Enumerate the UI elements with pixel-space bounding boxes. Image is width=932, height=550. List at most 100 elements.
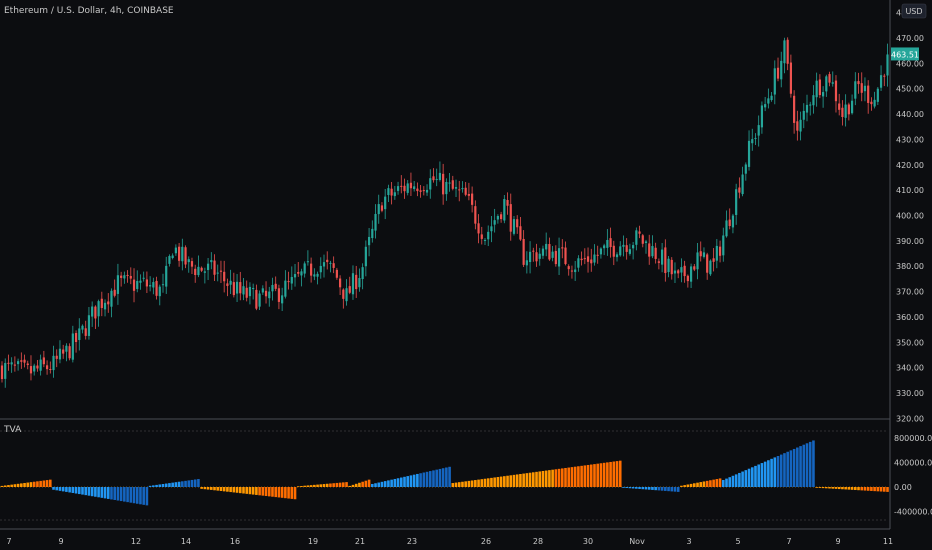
tva-bar <box>255 487 258 495</box>
tva-bar <box>467 480 471 487</box>
candle-body <box>165 265 168 287</box>
tva-bar <box>148 485 152 487</box>
tva-bar <box>580 465 583 487</box>
tva-bar <box>351 484 355 487</box>
price-tick-label: 410.00 <box>896 186 924 195</box>
tva-bar <box>3 485 7 487</box>
tva-bar <box>741 471 744 487</box>
candle-body <box>203 271 206 273</box>
candle-body <box>615 254 619 258</box>
tva-bar <box>850 487 854 490</box>
candle-body <box>522 238 525 265</box>
candle-body <box>300 271 303 276</box>
price-tick-label: 430.00 <box>896 135 924 144</box>
tva-bar <box>548 470 551 487</box>
candle-body <box>654 247 657 259</box>
tva-bar <box>309 485 313 487</box>
tva-bar <box>258 487 261 496</box>
candle-body <box>293 274 297 278</box>
tva-bar <box>490 477 493 487</box>
price-tick-label: 460.00 <box>896 59 924 68</box>
candle-body <box>396 186 400 191</box>
tva-bar <box>441 468 445 487</box>
candle-body <box>603 245 606 249</box>
time-tick-label: 28 <box>533 537 543 546</box>
time-tick-label: 3 <box>686 537 691 546</box>
candle-body <box>268 291 271 299</box>
tva-bar <box>879 487 883 492</box>
tva-bar <box>560 468 564 487</box>
candle-body <box>322 262 326 267</box>
candle-body <box>812 95 815 106</box>
tva-bar <box>287 487 290 499</box>
tva-bar <box>779 454 783 487</box>
candle-body <box>342 289 345 299</box>
candle-body <box>548 244 551 260</box>
tva-bar <box>538 471 542 487</box>
candle-body <box>20 360 23 362</box>
candle-body <box>786 39 789 64</box>
tva-bar <box>248 487 252 495</box>
candle-body <box>622 244 625 247</box>
tva-bar <box>238 487 242 494</box>
tva-bar <box>528 472 532 487</box>
candle-body <box>474 206 477 224</box>
tva-bar <box>676 487 680 492</box>
tva-bar <box>438 468 442 487</box>
tva-bar <box>557 468 561 487</box>
tva-bar <box>635 487 638 489</box>
tva-bar <box>567 467 571 487</box>
candle-body <box>619 246 622 256</box>
candle-body <box>303 263 306 274</box>
tva-bar <box>522 473 525 487</box>
tva-bar <box>602 462 606 487</box>
trading-chart[interactable]: 470.00 460.00 450.00 440.00 430.00 420.00 410.… <box>0 0 932 550</box>
candle-body <box>722 235 725 256</box>
tva-bar <box>641 487 645 490</box>
tva-bar <box>267 487 271 497</box>
candle-body <box>567 266 570 270</box>
candle-body <box>516 219 519 228</box>
candle-body <box>551 251 554 258</box>
tva-bar <box>738 472 741 487</box>
candle-body <box>178 246 181 261</box>
candle-body <box>590 259 593 264</box>
candle-body <box>255 289 258 309</box>
tva-bar <box>596 463 599 487</box>
tva-bar <box>625 487 628 488</box>
candle-body <box>596 254 599 256</box>
price-tick-label: 440.00 <box>896 110 924 119</box>
tva-bar <box>338 482 342 487</box>
candle-body <box>442 173 445 195</box>
candle-body <box>751 139 754 144</box>
price-tick-label: 350.00 <box>896 338 924 347</box>
candle-body <box>667 258 670 273</box>
candle-body <box>673 270 677 274</box>
currency-button[interactable]: USD <box>901 3 927 19</box>
tva-bar <box>689 483 693 487</box>
tva-bar <box>284 487 287 499</box>
tva-bar <box>342 482 345 487</box>
tva-bar <box>0 485 4 487</box>
candle-body <box>577 258 580 268</box>
tva-bar <box>232 487 236 493</box>
candle-body <box>776 67 780 79</box>
candle-body <box>100 298 103 308</box>
tva-bar <box>702 481 706 487</box>
candle-body <box>535 252 538 262</box>
candle-body <box>715 245 718 261</box>
candle-body <box>42 357 45 365</box>
candle-body <box>345 288 348 302</box>
tva-bar <box>786 451 789 487</box>
time-tick-label: 9 <box>58 537 63 546</box>
tva-bar <box>474 480 477 487</box>
candle-body <box>7 362 10 364</box>
tva-bar <box>789 450 793 487</box>
tva-bar <box>393 478 397 487</box>
tva-bar <box>757 464 760 487</box>
candle-body <box>818 79 821 96</box>
tva-bar <box>876 487 880 492</box>
tva-bar <box>251 487 255 495</box>
time-tick-label: 12 <box>131 537 141 546</box>
last-price-badge: 463.51 <box>891 47 919 61</box>
